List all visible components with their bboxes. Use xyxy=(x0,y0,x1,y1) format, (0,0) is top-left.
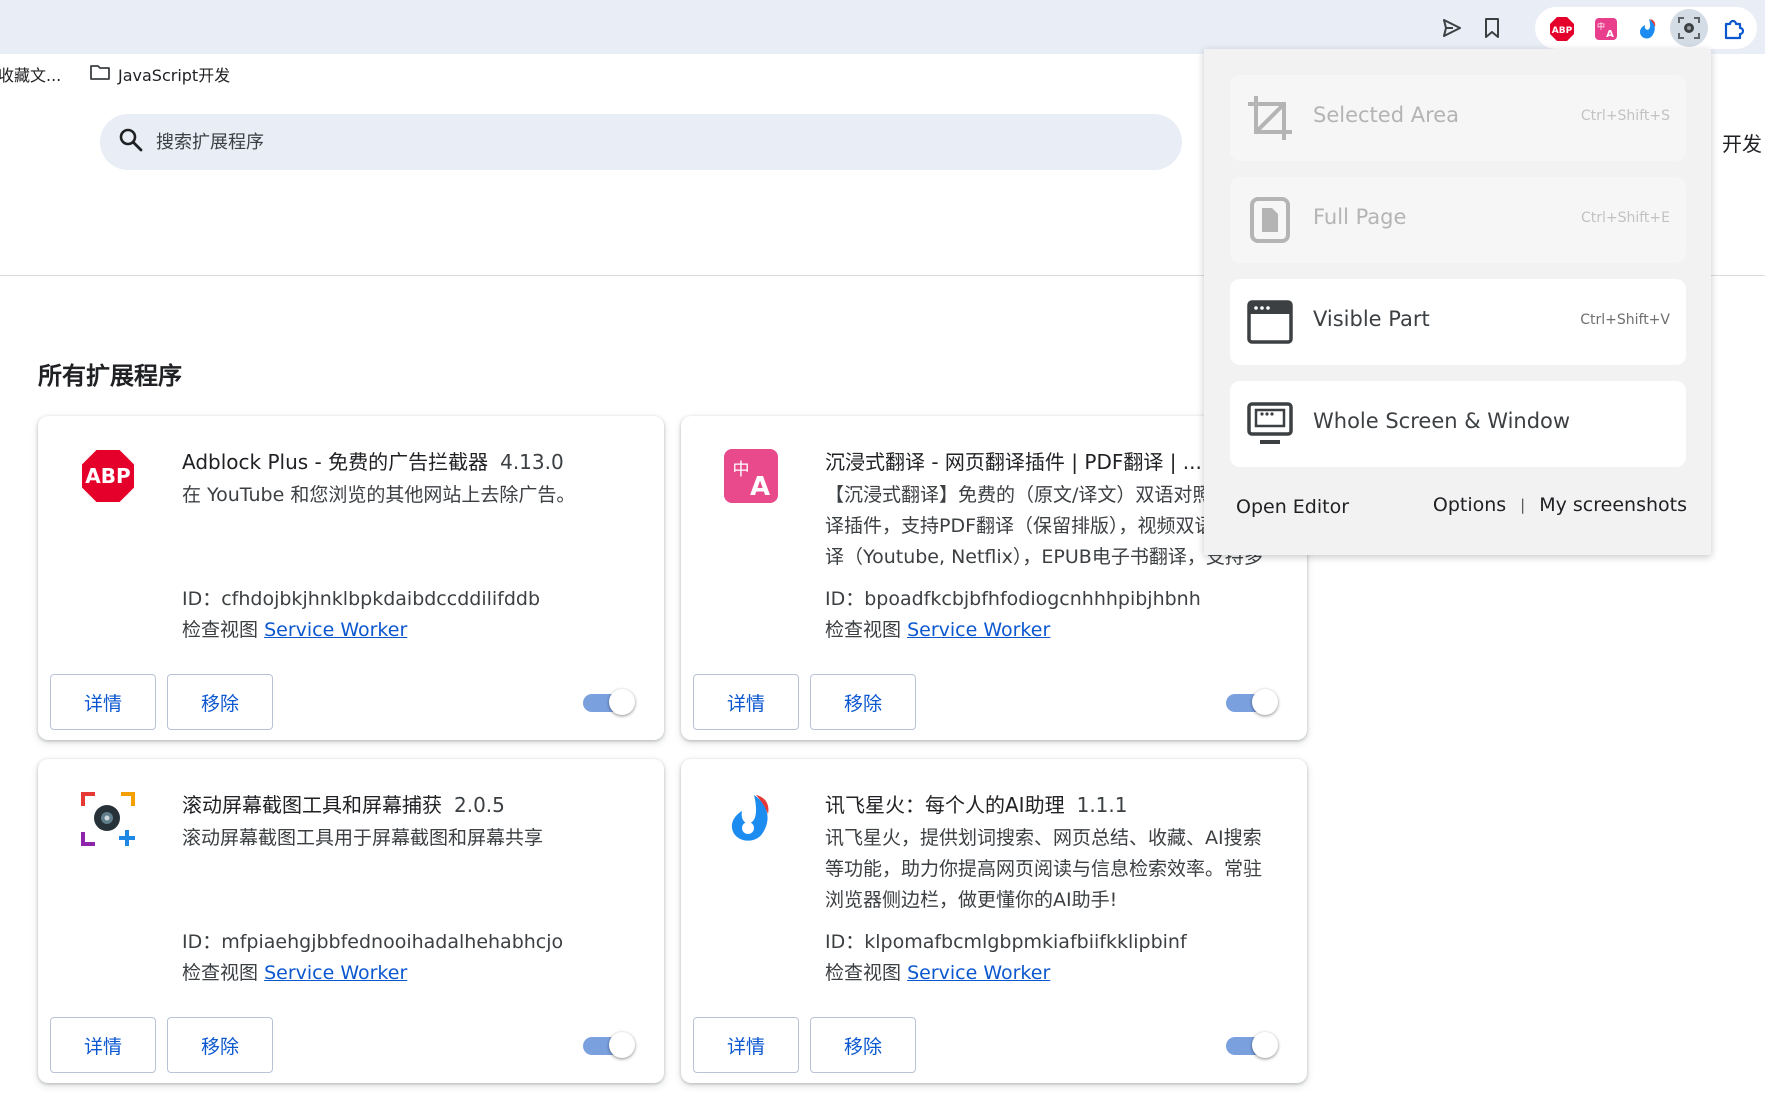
enable-toggle[interactable] xyxy=(583,1032,635,1058)
open-editor-link[interactable]: Open Editor xyxy=(1236,496,1349,518)
extension-version: 4.13.0 xyxy=(500,450,564,474)
capture-whole-screen[interactable]: Whole Screen & Window xyxy=(1230,381,1686,467)
svg-text:中: 中 xyxy=(733,460,750,480)
search-bar[interactable] xyxy=(100,114,1182,170)
monitor-icon xyxy=(1246,399,1294,449)
service-worker-link[interactable]: Service Worker xyxy=(264,962,407,984)
page-icon xyxy=(1246,195,1294,245)
inspect-views: 检查视图 Service Worker xyxy=(825,619,1051,641)
browser-toolbar: ABP 中A xyxy=(0,0,1765,54)
capture-option-label: Visible Part xyxy=(1313,307,1430,331)
translate-logo-icon: 中A xyxy=(719,444,783,508)
abp-logo-icon: ABP xyxy=(76,444,140,508)
link-separator: | xyxy=(1520,496,1526,514)
extension-version: 2.0.5 xyxy=(454,793,505,817)
extension-card: 滚动屏幕截图工具和屏幕捕获 2.0.5 滚动屏幕截图工具用于屏幕截图和屏幕共享 I… xyxy=(38,759,664,1083)
remove-button[interactable]: 移除 xyxy=(167,1017,273,1073)
capture-option-label: Whole Screen & Window xyxy=(1313,409,1571,433)
bookmark-folder[interactable]: JavaScript开发 xyxy=(90,62,230,86)
screenshot-icon[interactable] xyxy=(1670,9,1708,47)
extension-description: 滚动屏幕截图工具用于屏幕截图和屏幕共享 xyxy=(182,827,544,849)
extension-card: 讯飞星火：每个人的AI助理 1.1.1 讯飞星火，提供划词搜索、网页总结、收藏、A… xyxy=(681,759,1307,1083)
inspect-views: 检查视图 Service Worker xyxy=(182,619,408,641)
service-worker-link[interactable]: Service Worker xyxy=(264,619,407,641)
spark-logo-icon xyxy=(719,787,783,851)
extension-description: 讯飞星火，提供划词搜索、网页总结、收藏、AI搜索等功能，助力你提高网页阅读与信息… xyxy=(825,827,1263,911)
my-screenshots-link[interactable]: My screenshots xyxy=(1539,494,1687,516)
details-button[interactable]: 详情 xyxy=(693,674,799,730)
developer-mode-label: 开发 xyxy=(1722,132,1762,156)
popup-links: Options | My screenshots xyxy=(1433,494,1687,516)
enable-toggle[interactable] xyxy=(1226,1032,1278,1058)
svg-text:ABP: ABP xyxy=(1552,26,1573,36)
spark-icon[interactable] xyxy=(1633,14,1663,44)
details-button[interactable]: 详情 xyxy=(50,1017,156,1073)
bookmark-icon[interactable] xyxy=(1477,13,1507,43)
extension-description: 在 YouTube 和您浏览的其他网站上去除广告。 xyxy=(182,484,576,506)
remove-button[interactable]: 移除 xyxy=(167,674,273,730)
extension-title: Adblock Plus - 免费的广告拦截器 4.13.0 xyxy=(182,450,564,474)
puzzle-icon[interactable] xyxy=(1719,14,1749,44)
abp-icon[interactable]: ABP xyxy=(1547,14,1577,44)
bookmark-label: 收藏文... xyxy=(0,66,62,85)
capture-option-label: Full Page xyxy=(1313,205,1407,229)
extension-title: 讯飞星火：每个人的AI助理 1.1.1 xyxy=(825,793,1128,817)
remove-button[interactable]: 移除 xyxy=(810,1017,916,1073)
section-title: 所有扩展程序 xyxy=(38,362,182,390)
capture-selected-area[interactable]: Selected Area Ctrl+Shift+S xyxy=(1230,75,1686,161)
inspect-views: 检查视图 Service Worker xyxy=(182,962,408,984)
extension-card: ABP Adblock Plus - 免费的广告拦截器 4.13.0 在 YouT… xyxy=(38,416,664,740)
search-input[interactable] xyxy=(156,131,1056,153)
bookmark-item[interactable]: 收藏文... xyxy=(0,62,61,86)
browser-window-icon xyxy=(1246,297,1294,347)
shortcut-hint: Ctrl+Shift+V xyxy=(1580,312,1670,328)
capture-full-page[interactable]: Full Page Ctrl+Shift+E xyxy=(1230,177,1686,263)
details-button[interactable]: 详情 xyxy=(50,674,156,730)
send-icon[interactable] xyxy=(1437,13,1467,43)
capture-option-label: Selected Area xyxy=(1313,103,1460,127)
capture-visible-part[interactable]: Visible Part Ctrl+Shift+V xyxy=(1230,279,1686,365)
screenshot-logo-icon xyxy=(76,787,140,851)
extension-id: ID：mfpiaehgjbbfednooihadalhehabhcjo xyxy=(182,931,564,953)
extension-id: ID：klpomafbcmlgbpmkiafbiifkklipbinf xyxy=(825,931,1187,953)
extensions-group: ABP 中A xyxy=(1535,7,1757,49)
svg-text:A: A xyxy=(750,472,770,502)
extension-id: ID：cfhdojbkjhnklbpkdaibdccddilifddb xyxy=(182,588,541,610)
svg-text:中: 中 xyxy=(1597,21,1605,31)
inspect-views: 检查视图 Service Worker xyxy=(825,962,1051,984)
extension-id: ID：bpoadfkcbjbfhfodiogcnhhhpibjhbnh xyxy=(825,588,1201,610)
crop-icon xyxy=(1246,93,1294,143)
capture-popup: Selected Area Ctrl+Shift+S Full Page Ctr… xyxy=(1204,49,1711,555)
search-icon xyxy=(118,127,144,157)
enable-toggle[interactable] xyxy=(583,689,635,715)
extension-version: 1.1.1 xyxy=(1076,793,1128,817)
svg-text:ABP: ABP xyxy=(85,464,130,488)
bookmark-label: JavaScript开发 xyxy=(118,66,231,85)
service-worker-link[interactable]: Service Worker xyxy=(907,962,1050,984)
svg-text:A: A xyxy=(1606,29,1614,40)
shortcut-hint: Ctrl+Shift+E xyxy=(1580,210,1670,226)
options-link[interactable]: Options xyxy=(1433,494,1506,516)
service-worker-link[interactable]: Service Worker xyxy=(907,619,1050,641)
remove-button[interactable]: 移除 xyxy=(810,674,916,730)
enable-toggle[interactable] xyxy=(1226,689,1278,715)
details-button[interactable]: 详情 xyxy=(693,1017,799,1073)
folder-icon xyxy=(90,63,110,85)
translate-icon[interactable]: 中A xyxy=(1591,14,1621,44)
extension-title: 滚动屏幕截图工具和屏幕捕获 2.0.5 xyxy=(182,793,505,817)
shortcut-hint: Ctrl+Shift+S xyxy=(1580,108,1670,124)
